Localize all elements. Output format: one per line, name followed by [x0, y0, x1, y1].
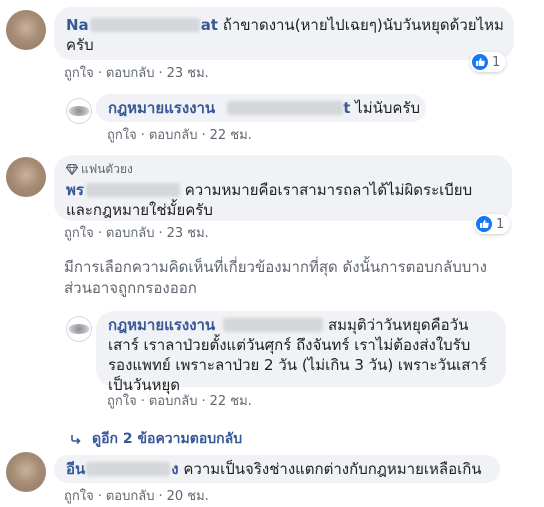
separator: ·	[158, 66, 163, 81]
comment-text: ความเป็นจริงช่างแตกต่างกับกฎหมายเหลือเกิ…	[183, 460, 482, 478]
notice-line: ส่วนอาจถูกกรองออก	[64, 279, 197, 297]
timestamp[interactable]: 23 ชม.	[167, 66, 209, 81]
badge-label: แฟนตัวยง	[81, 162, 133, 176]
reply-author[interactable]: กฎหมายแรงงาน t	[108, 99, 350, 117]
thumbs-up-icon	[472, 54, 488, 70]
reply-bubble: กฎหมายแรงงาน t ไม่นับครับ	[96, 94, 426, 122]
reply-arrow-icon	[71, 435, 81, 445]
separator: ·	[201, 394, 206, 409]
comment-text-continued: และกฎหมายใช่มั้ยครับ	[66, 201, 213, 219]
comment-text: ถ้าขาดงาน(หายไปเฉยๆ)นับวันหยุดด้วยไหม	[222, 16, 504, 34]
separator: ·	[97, 66, 102, 81]
separator: ·	[201, 128, 206, 143]
separator: ·	[140, 128, 145, 143]
comment-bubble: Na at ถ้าขาดงาน(หายไปเฉยๆ)นับวันหยุดด้วยไ…	[54, 7, 514, 60]
like-link[interactable]: ถูกใจ	[107, 394, 137, 409]
avatar[interactable]	[6, 452, 46, 492]
page-avatar[interactable]	[66, 316, 92, 342]
filtered-replies-notice: มีการเลือกความคิดเห็นที่เกี่ยวข้องมากที่…	[64, 257, 487, 299]
timestamp[interactable]: 23 ชม.	[167, 226, 209, 241]
page-avatar[interactable]	[66, 98, 92, 124]
reply-link[interactable]: ตอบกลับ	[149, 128, 198, 143]
comment-author[interactable]: Na at	[66, 16, 218, 34]
comment-actions: ถูกใจ · ตอบกลับ · 23 ชม.	[64, 66, 209, 82]
separator: ·	[158, 489, 163, 504]
reply-text: ไม่นับครับ	[355, 99, 420, 117]
separator: ·	[97, 489, 102, 504]
reply-link[interactable]: ตอบกลับ	[106, 489, 155, 504]
blurred-name	[223, 318, 324, 332]
comment-bubble: อีนง ความเป็นจริงช่างแตกต่างกับกฎหมายเหล…	[54, 455, 500, 483]
timestamp[interactable]: 20 ชม.	[167, 489, 209, 504]
reaction-number: 1	[492, 54, 501, 70]
timestamp[interactable]: 22 ชม.	[210, 128, 252, 143]
reply-actions: ถูกใจ · ตอบกลับ · 22 ชม.	[107, 128, 252, 144]
page-logo	[68, 324, 90, 334]
blurred-name	[85, 183, 180, 197]
comment-bubble: แฟนตัวยง พร ความหมายคือเราสามารถลาได้ไม่…	[54, 155, 512, 221]
reaction-count[interactable]: 1	[470, 52, 507, 72]
blurred-name	[89, 18, 200, 32]
reply-text: สมมุติว่าวันหยุดคือวัน	[327, 316, 469, 334]
page-logo	[68, 106, 90, 116]
reply-author[interactable]: กฎหมายแรงงาน	[108, 316, 324, 334]
comment-actions: ถูกใจ · ตอบกลับ · 23 ชม.	[64, 226, 209, 242]
reaction-count[interactable]: 1	[474, 214, 511, 234]
separator: ·	[158, 226, 163, 241]
reaction-number: 1	[496, 216, 505, 232]
reply-text-continued: รองแพทย์ เพราะลาป่วย 2 วัน (ไม่เกิน 3 วั…	[108, 356, 487, 374]
diamond-icon	[66, 163, 78, 175]
like-link[interactable]: ถูกใจ	[64, 66, 94, 81]
avatar[interactable]	[6, 157, 46, 197]
reply-text-continued: เสาร์ เราลาป่วยตั้งแต่วันศุกร์ ถึงจันทร์…	[108, 336, 471, 354]
like-link[interactable]: ถูกใจ	[107, 128, 137, 143]
separator: ·	[140, 394, 145, 409]
reply-link[interactable]: ตอบกลับ	[106, 226, 155, 241]
reply-link[interactable]: ตอบกลับ	[149, 394, 198, 409]
like-link[interactable]: ถูกใจ	[64, 489, 94, 504]
reply-bubble: กฎหมายแรงงาน สมมุติว่าวันหยุดคือวัน เสาร…	[96, 311, 506, 394]
view-more-label: ดูอีก 2 ข้อความตอบกลับ	[92, 431, 243, 447]
blurred-name	[86, 462, 171, 476]
comment-text: ความหมายคือเราสามารถลาได้ไม่ผิดระเบียบ	[184, 181, 473, 199]
like-link[interactable]: ถูกใจ	[64, 226, 94, 241]
comment-actions: ถูกใจ · ตอบกลับ · 20 ชม.	[64, 489, 209, 505]
timestamp[interactable]: 22 ชม.	[210, 394, 252, 409]
comment-author[interactable]: อีนง	[66, 460, 179, 478]
thumbs-up-icon	[476, 216, 492, 232]
blurred-name	[227, 101, 344, 115]
view-more-replies-link[interactable]: ดูอีก 2 ข้อความตอบกลับ	[70, 428, 242, 450]
separator: ·	[97, 226, 102, 241]
notice-line: มีการเลือกความคิดเห็นที่เกี่ยวข้องมากที่…	[64, 258, 487, 276]
reply-actions: ถูกใจ · ตอบกลับ · 22 ชม.	[107, 394, 252, 410]
comment-text-continued: ครับ	[66, 36, 94, 54]
reply-text-continued: เป็นวันหยุด	[108, 376, 180, 394]
avatar[interactable]	[6, 10, 46, 50]
comment-author[interactable]: พร	[66, 181, 180, 199]
reply-link[interactable]: ตอบกลับ	[106, 66, 155, 81]
top-fan-badge: แฟนตัวยง	[66, 159, 500, 179]
